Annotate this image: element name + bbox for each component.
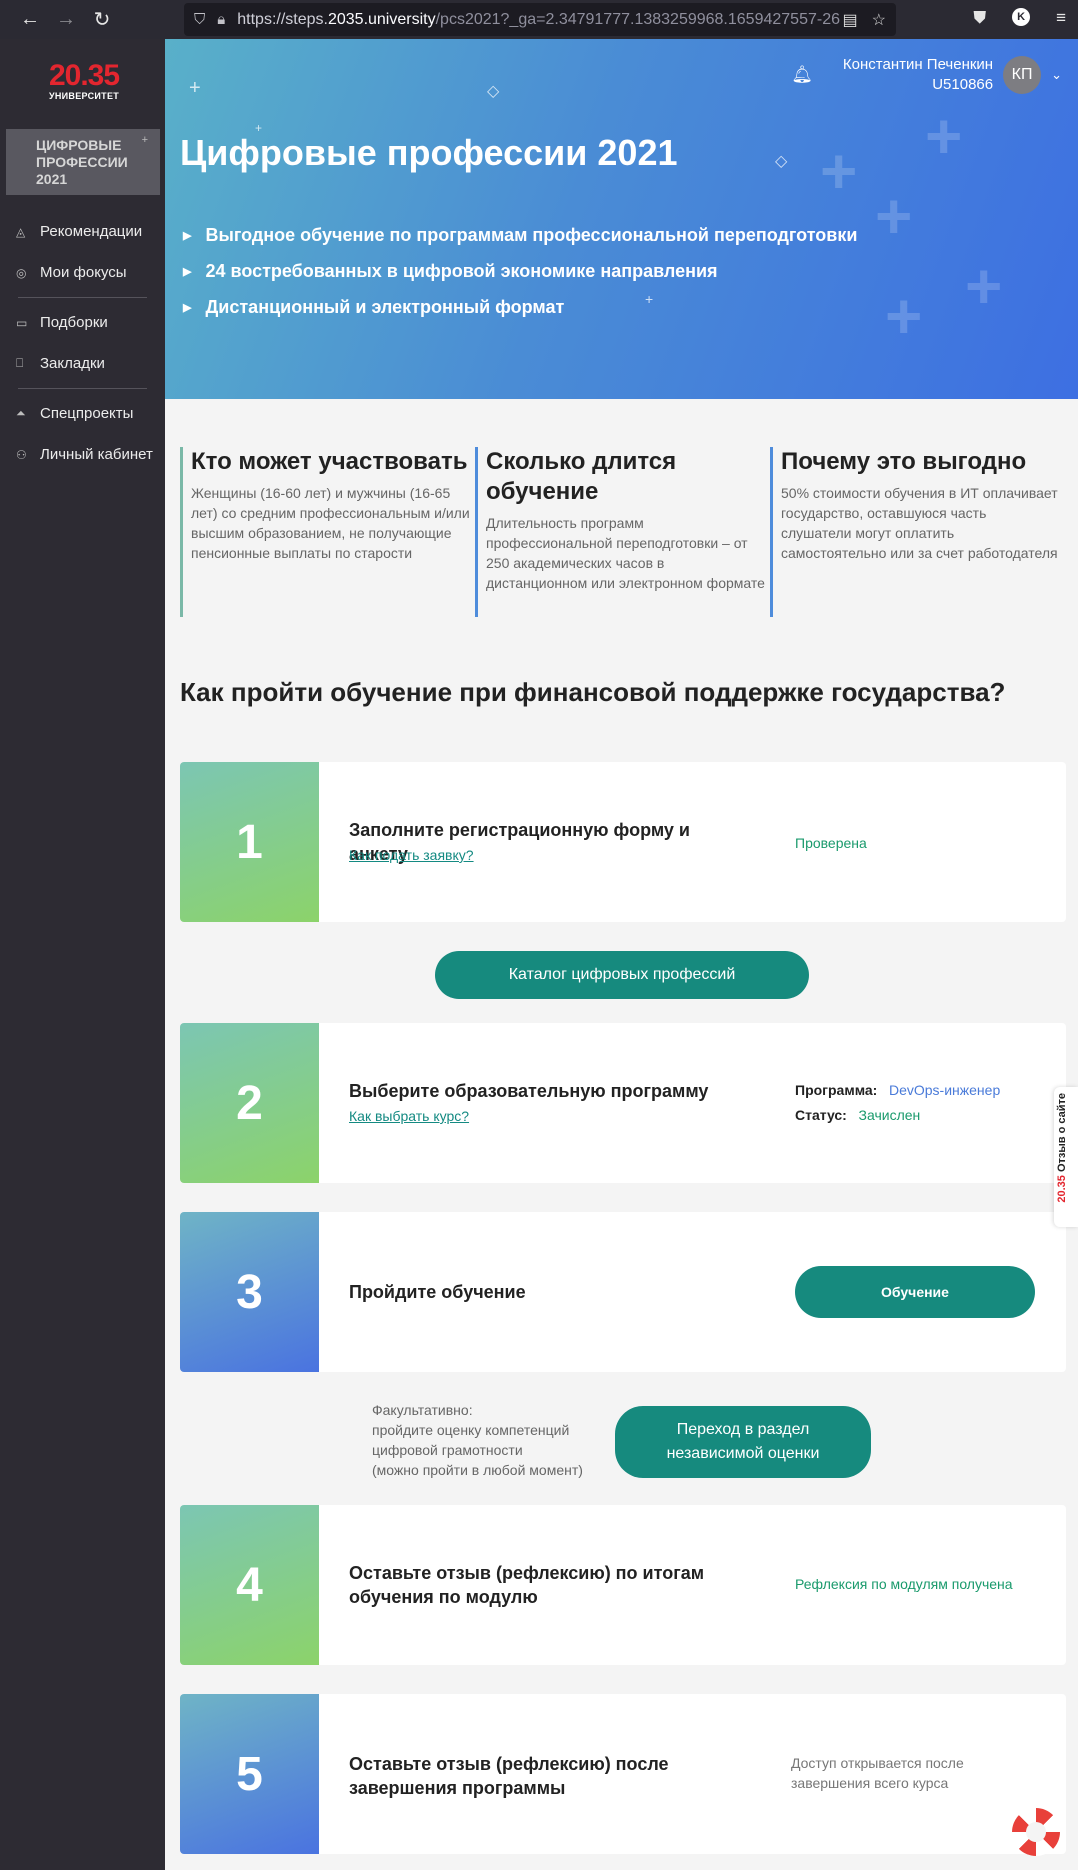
steps-section-title: Как пройти обучение при финансовой подде… — [180, 677, 1006, 707]
browser-toolbar: ← → ↻ ⛉ 🔒︎ https://steps.2035.university… — [0, 0, 1078, 39]
user-menu[interactable]: 🔔︎ Константин Печенкин U510866 КП ⌄ — [791, 55, 1062, 95]
how-to-apply-link[interactable]: Как подать заявку? — [349, 847, 474, 863]
step-title: Выберите образовательную программу — [349, 1081, 709, 1101]
status-text: Доступ открывается после завершения всег… — [791, 1755, 964, 1791]
training-button[interactable]: Обучение — [795, 1266, 1035, 1318]
project-badge[interactable]: + ЦИФРОВЫЕ ПРОФЕССИИ 2021 — [6, 129, 160, 195]
chevron-down-icon[interactable]: ⌄ — [1051, 67, 1062, 83]
catalog-button[interactable]: Каталог цифровых профессий — [435, 951, 809, 999]
step-card-2: 2 Выберите образовательную программу Как… — [180, 1023, 1066, 1183]
status-text: Рефлексия по модулям получена — [795, 1576, 1013, 1592]
sidebar-item-bookmarks[interactable]: ⎕ Закладки — [0, 343, 165, 384]
hero-banner: + + + + + + ◇ + ◇ + 🔔︎ Константин Печенк… — [165, 39, 1078, 399]
divider — [18, 388, 147, 389]
step-card-4: 4 Оставьте отзыв (рефлексию) по итогам о… — [180, 1505, 1066, 1665]
info-who: Кто может участвовать Женщины (16-60 лет… — [180, 447, 470, 617]
sidebar: 20.35 УНИВЕРСИТЕТ + ЦИФРОВЫЕ ПРОФЕССИИ 2… — [0, 39, 165, 1870]
lifebuoy-help-icon[interactable] — [1012, 1808, 1060, 1856]
decor-plus: + — [885, 280, 923, 352]
reload-icon[interactable]: ↻ — [84, 7, 120, 32]
step-card-5: 5 Оставьте отзыв (рефлексию) после завер… — [180, 1694, 1066, 1854]
avatar[interactable]: КП — [1003, 56, 1042, 94]
step-number: 4 — [180, 1505, 319, 1665]
step-title: Пройдите обучение — [349, 1282, 526, 1302]
plus-icon: + — [141, 134, 148, 146]
shield-icon: ⛉ — [194, 11, 206, 28]
play-arrow-icon: ▶ — [183, 301, 192, 314]
hero-bullet: ▶ Выгодное обучение по программам професс… — [183, 224, 858, 245]
user-icon: ⚇ — [16, 447, 27, 462]
url-bar[interactable]: ⛉ 🔒︎ https://steps.2035.university/pcs20… — [184, 3, 896, 36]
step-number: 2 — [180, 1023, 319, 1183]
status-label: Статус: — [795, 1107, 847, 1123]
pocket-icon[interactable]: ⛊ — [973, 8, 986, 28]
rocket-icon: ⏶ — [16, 406, 26, 420]
recommendations-icon: ◬ — [16, 224, 26, 239]
sidebar-item-focus[interactable]: ◎ Мои фокусы — [0, 252, 165, 293]
play-arrow-icon: ▶ — [183, 265, 192, 278]
menu-icon[interactable]: ≡ — [1056, 8, 1066, 28]
bell-icon[interactable]: 🔔︎ — [791, 65, 813, 85]
info-duration: Сколько длится обучение Длительность про… — [475, 447, 765, 617]
feedback-label: Отзыв о сайте — [1056, 1093, 1068, 1173]
independent-assessment-button[interactable]: Переход в раздел независимой оценки — [615, 1406, 871, 1478]
decor-plus: + — [925, 100, 963, 172]
feedback-brand: 20.35 — [1056, 1175, 1068, 1203]
user-name: Константин Печенкин — [842, 56, 994, 73]
step-card-1: 1 Заполните регистрационную форму и анке… — [180, 762, 1066, 922]
step-title: Оставьте отзыв (рефлексию) после заверше… — [349, 1754, 669, 1798]
bookmark-icon: ⎕ — [16, 356, 24, 370]
logo[interactable]: 20.35 УНИВЕРСИТЕТ — [44, 61, 124, 102]
status-value: Зачислен — [858, 1107, 921, 1123]
play-arrow-icon: ▶ — [183, 229, 192, 242]
feedback-tab[interactable]: 20.35 Отзыв о сайте — [1054, 1087, 1078, 1227]
forward-icon[interactable]: → — [48, 8, 84, 31]
hero-bullet: ▶ 24 востребованных в цифровой экономике … — [183, 260, 718, 281]
info-section: Кто может участвовать Женщины (16-60 лет… — [180, 447, 1070, 617]
status-text: Проверена — [795, 835, 867, 851]
optional-text: Факультативно: пройдите оценку компетенц… — [372, 1402, 583, 1478]
url-text: https://steps.2035.university/pcs2021?_g… — [237, 10, 840, 28]
decor-diamond: ◇ — [487, 83, 500, 100]
sidebar-item-collections[interactable]: ▭ Подборки — [0, 302, 165, 343]
reader-view-icon[interactable]: ▤ — [843, 10, 858, 30]
status-row: Статус: Зачислен — [795, 1107, 920, 1123]
decor-diamond: ◇ — [775, 153, 788, 170]
hero-bullet: ▶ Дистанционный и электронный формат — [183, 296, 565, 317]
sidebar-menu: ◬ Рекомендации ◎ Мои фокусы ▭ Подборки ⎕ Зак… — [0, 211, 165, 475]
step-number: 3 — [180, 1212, 319, 1372]
step-number: 1 — [180, 762, 319, 922]
decor-plus: + — [189, 77, 201, 99]
sidebar-item-special-projects[interactable]: ⏶ Спецпроекты — [0, 393, 165, 434]
back-icon[interactable]: ← — [12, 8, 48, 31]
step-card-3: 3 Пройдите обучение Обучение — [180, 1212, 1066, 1372]
profile-icon[interactable]: K — [1012, 8, 1031, 26]
lock-icon: 🔒︎ — [217, 11, 226, 28]
program-value[interactable]: DevOps-инженер — [889, 1082, 1000, 1098]
decor-plus: + — [965, 250, 1003, 322]
decor-plus: + — [820, 135, 858, 207]
divider — [18, 297, 147, 298]
decor-plus: + — [875, 180, 913, 252]
step-number: 5 — [180, 1694, 319, 1854]
collections-icon: ▭ — [16, 315, 28, 330]
sidebar-item-account[interactable]: ⚇ Личный кабинет — [0, 434, 165, 475]
program-row: Программа: DevOps-инженер — [795, 1082, 1000, 1098]
user-info: Константин Печенкин U510866 — [843, 55, 993, 95]
focus-icon: ◎ — [16, 265, 27, 280]
hero-bullets: ▶ Выгодное обучение по программам професс… — [183, 217, 857, 325]
sidebar-item-recommendations[interactable]: ◬ Рекомендации — [0, 211, 165, 252]
user-id: U510866 — [932, 76, 994, 93]
program-label: Программа: — [795, 1082, 878, 1098]
step-title: Оставьте отзыв (рефлексию) по итогам обу… — [349, 1563, 705, 1607]
info-benefit: Почему это выгодно 50% стоимости обучени… — [770, 447, 1060, 617]
how-to-choose-link[interactable]: Как выбрать курс? — [349, 1108, 469, 1124]
badge-title: ЦИФРОВЫЕ ПРОФЕССИИ 2021 — [36, 137, 128, 187]
bookmark-star-icon[interactable]: ☆ — [872, 10, 886, 30]
page-title: Цифровые профессии 2021 — [180, 132, 678, 173]
